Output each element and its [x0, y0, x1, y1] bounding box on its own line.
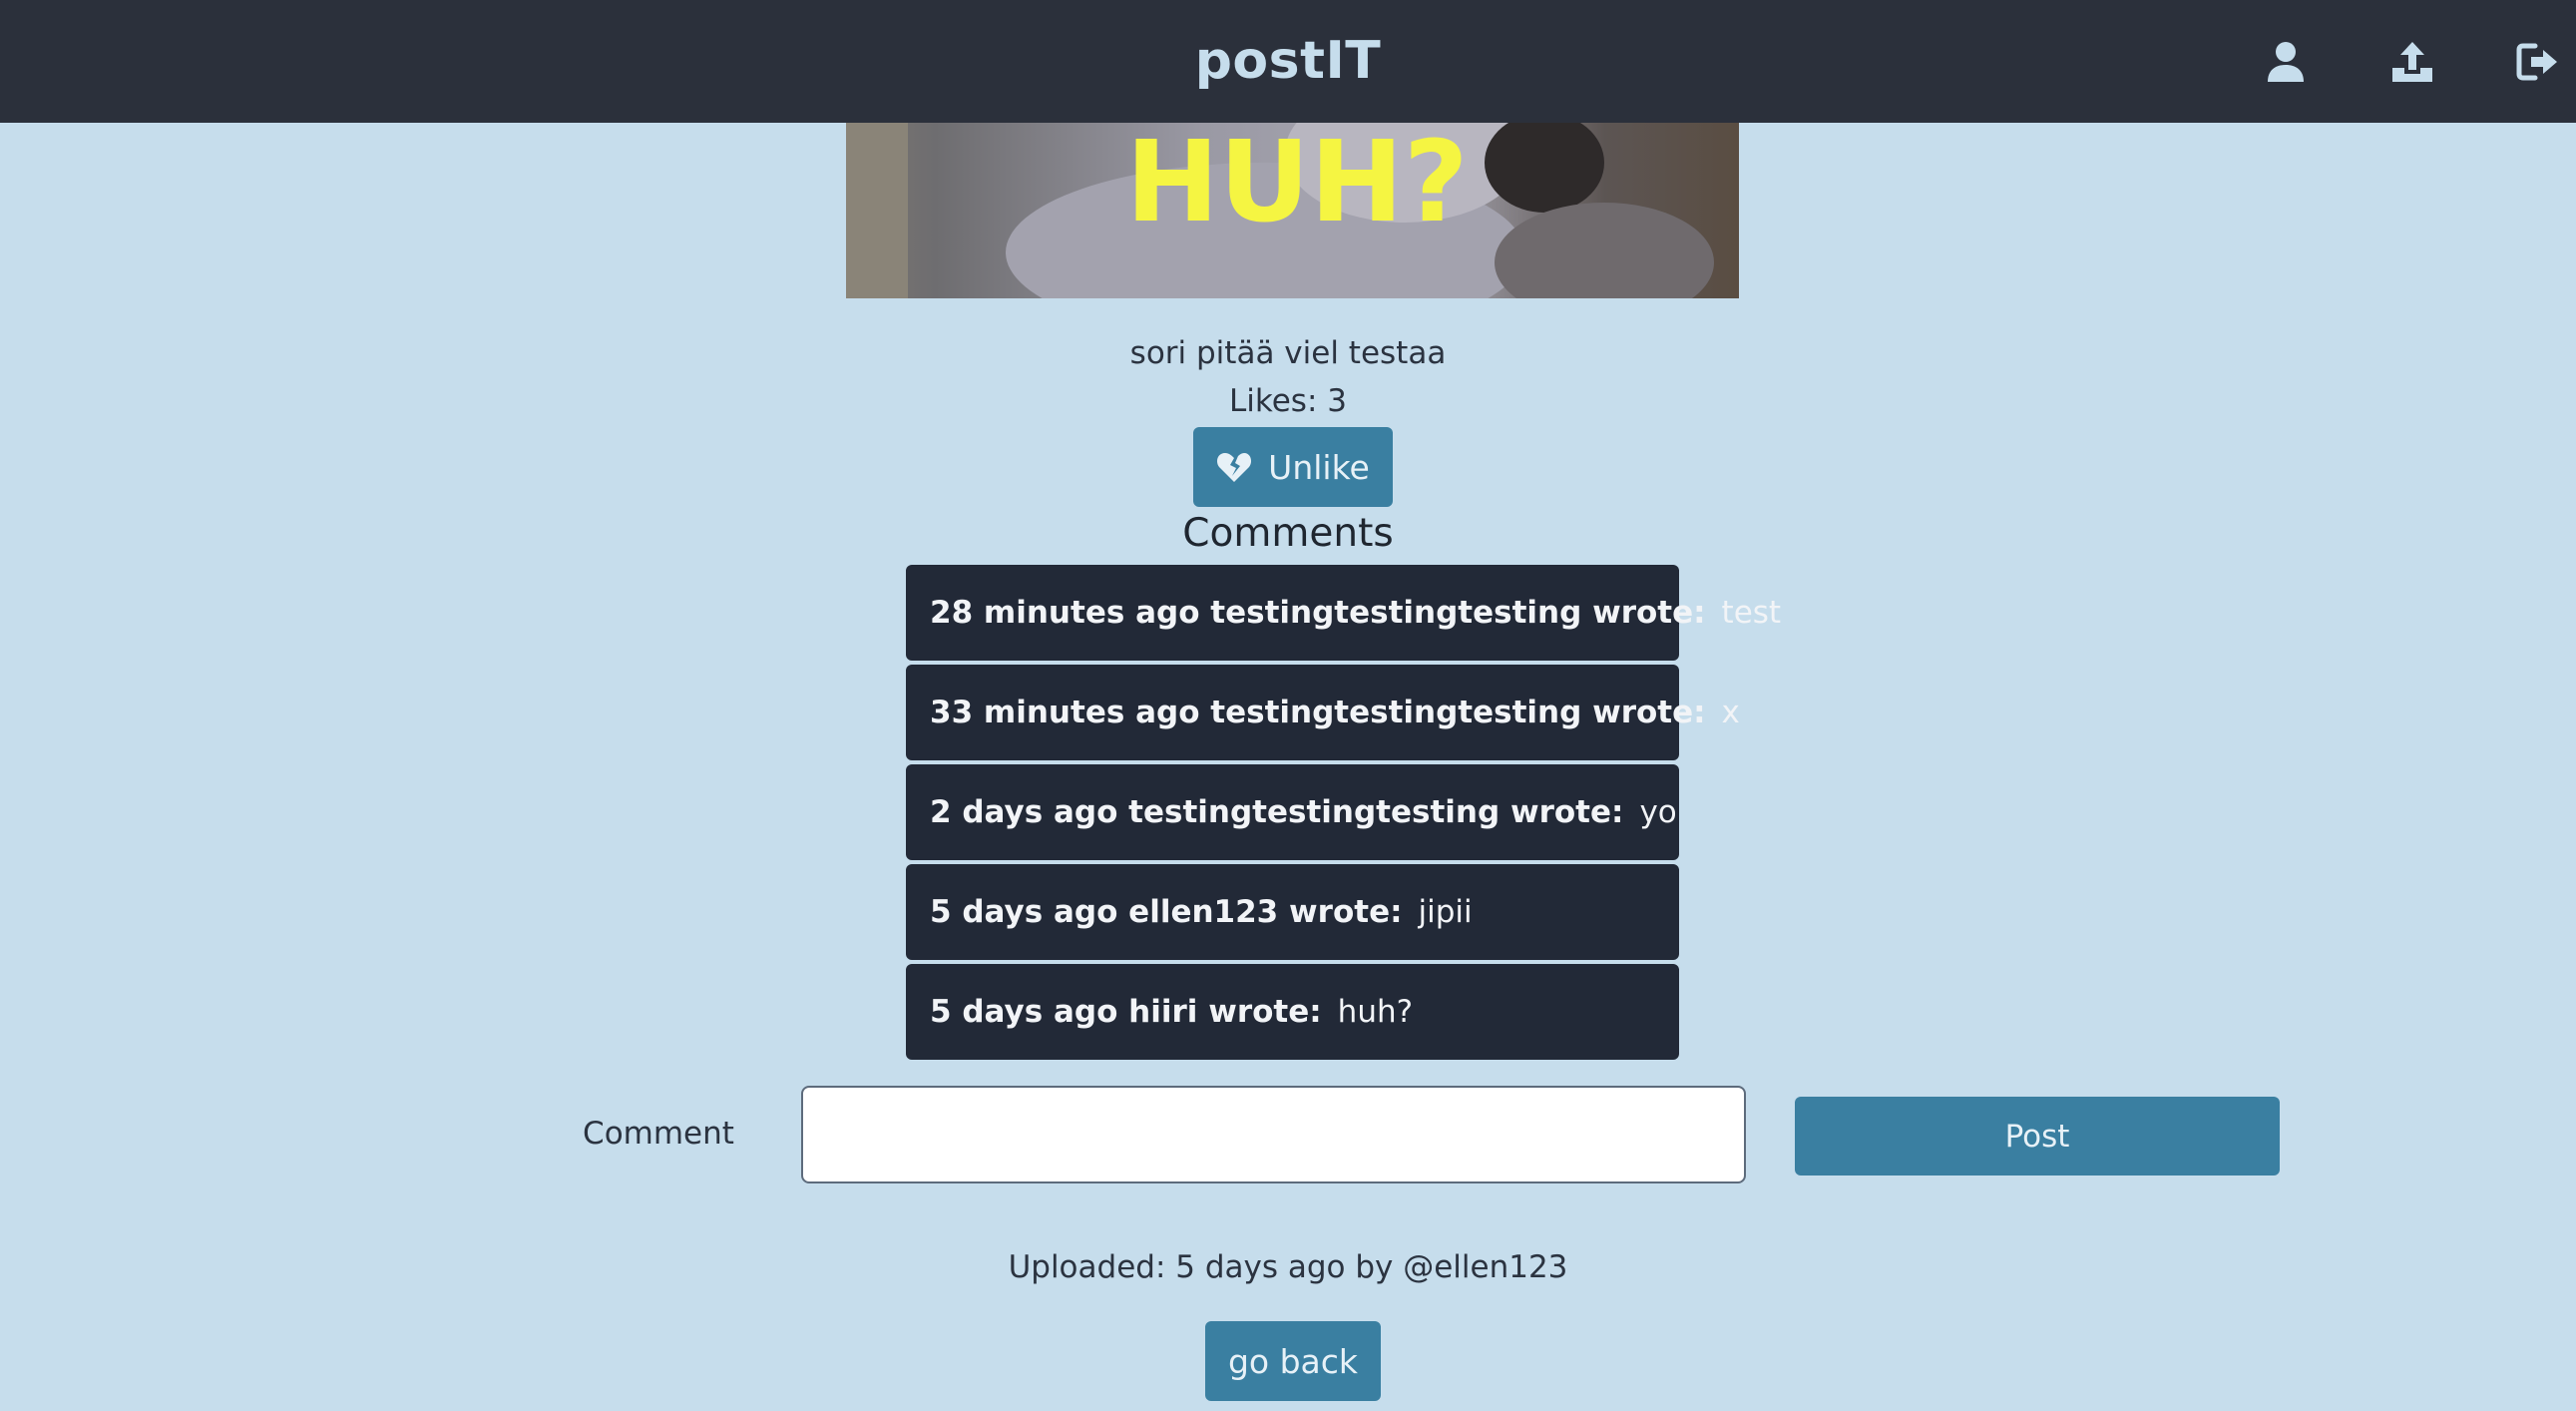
comment-meta: 33 minutes ago testingtestingtesting wro…: [930, 695, 1706, 730]
comment-item: 28 minutes ago testingtestingtesting wro…: [906, 565, 1781, 661]
comment-text: huh?: [1337, 994, 1414, 1030]
comment-item: 5 days ago hiiri wrote: huh?: [906, 964, 1679, 1060]
comments-heading: Comments: [1182, 511, 1394, 556]
comment-text: x: [1721, 695, 1740, 730]
unlike-button[interactable]: Unlike: [1193, 427, 1393, 507]
comment-text: jipii: [1418, 894, 1473, 930]
unlike-label: Unlike: [1268, 447, 1370, 487]
image-text: HUH?: [1125, 123, 1468, 247]
logout-icon[interactable]: [2515, 38, 2563, 86]
upload-icon[interactable]: [2388, 38, 2436, 86]
comment-input[interactable]: [801, 1086, 1746, 1183]
comment-meta: 28 minutes ago testingtestingtesting wro…: [930, 595, 1706, 631]
heart-crack-icon: [1217, 453, 1252, 482]
comment-item: 2 days ago testingtestingtesting wrote: …: [906, 764, 1679, 860]
comment-meta: 2 days ago testingtestingtesting wrote:: [930, 794, 1624, 830]
comment-item: 33 minutes ago testingtestingtesting wro…: [906, 665, 1740, 760]
user-icon[interactable]: [2262, 38, 2310, 86]
likes-count: Likes: 3: [1229, 383, 1347, 419]
comment-list: 28 minutes ago testingtestingtesting wro…: [906, 565, 1781, 1064]
top-navbar: postIT: [0, 0, 2576, 123]
post-caption: sori pitää viel testaa: [1129, 335, 1447, 371]
comment-text: yo: [1639, 794, 1677, 830]
comment-text: test: [1721, 595, 1782, 631]
app-title[interactable]: postIT: [0, 0, 2576, 123]
comment-meta: 5 days ago hiiri wrote:: [930, 994, 1322, 1030]
comment-field-label: Comment: [583, 1116, 734, 1152]
comment-meta: 5 days ago ellen123 wrote:: [930, 894, 1403, 930]
post-comment-button[interactable]: Post: [1795, 1097, 2280, 1176]
post-image: HUH?: [846, 123, 1739, 298]
go-back-button[interactable]: go back: [1205, 1321, 1381, 1401]
upload-info: Uploaded: 5 days ago by @ellen123: [1008, 1249, 1568, 1285]
comment-item: 5 days ago ellen123 wrote: jipii: [906, 864, 1679, 960]
